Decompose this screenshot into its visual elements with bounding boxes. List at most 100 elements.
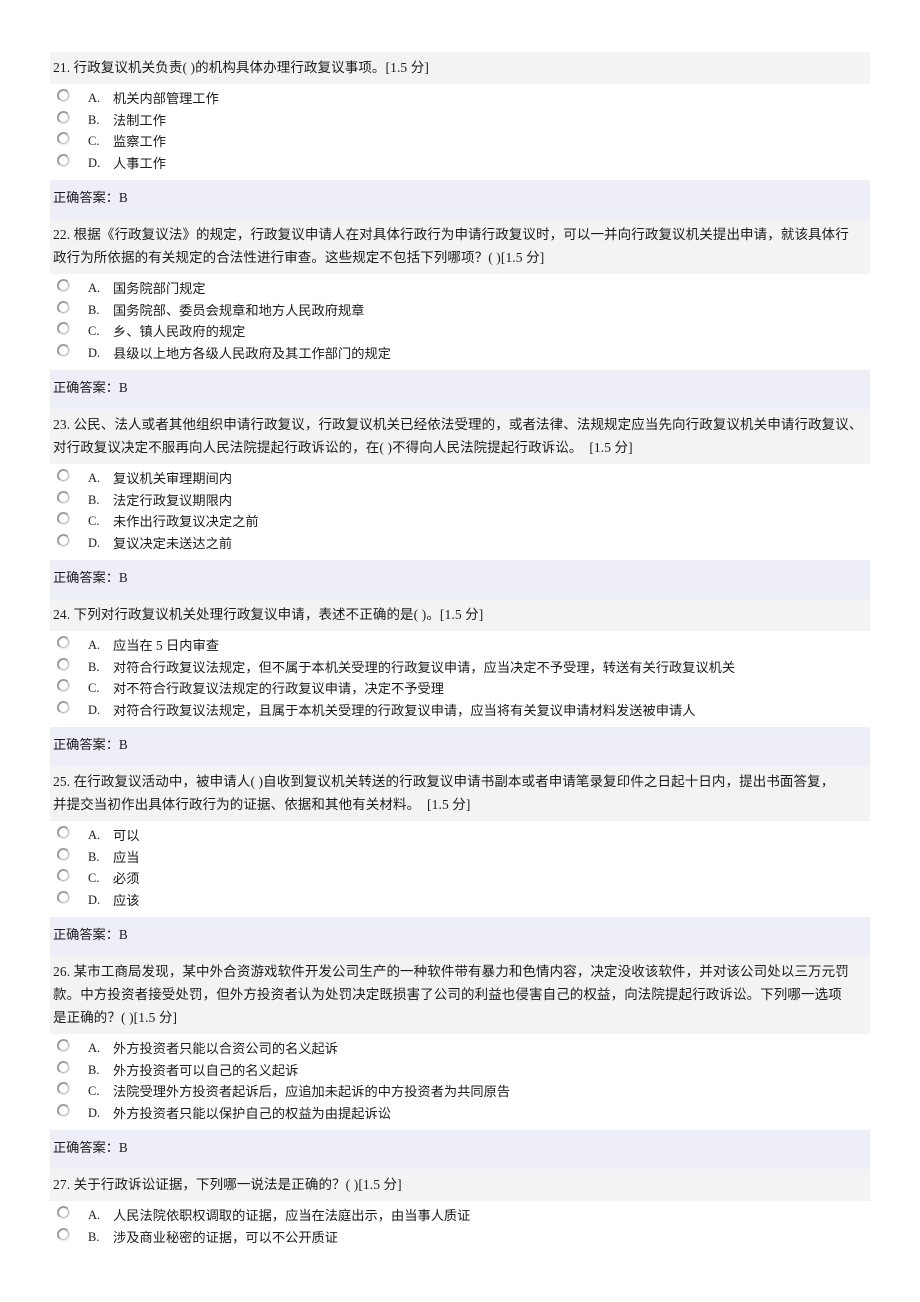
option-row[interactable]: B. 国务院部、委员会规章和地方人民政府规章: [50, 300, 870, 322]
option-letter: B.: [88, 112, 100, 127]
question-stem: 21. 行政复议机关负责( )的机构具体办理行政复议事项。[1.5 分]: [50, 52, 870, 84]
question-stem-line: 27. 关于行政诉讼证据，下列哪一说法是正确的？( )[1.5 分]: [53, 1177, 402, 1192]
radio-button-icon[interactable]: [57, 869, 70, 882]
radio-button-icon[interactable]: [57, 322, 70, 335]
option-group: A. 外方投资者只能以合资公司的名义起诉 B. 外方投资者可以自己的名义起诉 C. 法院受…: [50, 1034, 870, 1130]
option-row[interactable]: D. 人事工作: [50, 153, 870, 175]
option-text: 未作出行政复议决定之前: [113, 514, 259, 529]
option-row[interactable]: A. 复议机关审理期间内: [50, 468, 870, 490]
radio-button-icon[interactable]: [57, 1206, 70, 1219]
radio-button-icon[interactable]: [57, 469, 70, 482]
option-row[interactable]: D. 对符合行政复议法规定，且属于本机关受理的行政复议申请，应当将有关复议申请材料…: [50, 700, 870, 722]
option-letter: C.: [88, 681, 100, 695]
question-stem-line: 26. 某市工商局发现，某中外合资游戏软件开发公司生产的一种软件带有暴力和色情内…: [53, 964, 849, 979]
option-row[interactable]: C. 必须: [50, 868, 870, 890]
option-letter: B.: [88, 1062, 100, 1077]
option-text: 外方投资者可以自己的名义起诉: [113, 1062, 299, 1078]
option-letter: C.: [88, 134, 100, 148]
option-row[interactable]: D. 县级以上地方各级人民政府及其工作部门的规定: [50, 343, 870, 365]
radio-button-icon[interactable]: [57, 890, 70, 904]
option-letter: D.: [88, 702, 101, 717]
question-block: 27. 关于行政诉讼证据，下列哪一说法是正确的？( )[1.5 分] A. 人民法院…: [50, 1169, 870, 1254]
option-text: 人民法院依职权调取的证据，应当在法庭出示，由当事人质证: [113, 1208, 471, 1223]
question-stem-line: 21. 行政复议机关负责( )的机构具体办理行政复议事项。[1.5 分]: [53, 60, 429, 75]
option-text: 外方投资者只能以保护自己的权益为由提起诉讼: [113, 1105, 391, 1121]
radio-button-icon[interactable]: [57, 343, 70, 357]
option-row[interactable]: D. 外方投资者只能以保护自己的权益为由提起诉讼: [50, 1103, 870, 1125]
option-text: 机关内部管理工作: [113, 91, 219, 106]
option-row[interactable]: D. 应该: [50, 890, 870, 912]
option-row[interactable]: C. 监察工作: [50, 131, 870, 153]
radio-button-icon[interactable]: [57, 679, 70, 692]
radio-button-icon[interactable]: [57, 89, 70, 102]
correct-answer: 正确答案：B: [50, 370, 870, 409]
option-row[interactable]: C. 对不符合行政复议法规定的行政复议申请，决定不予受理: [50, 678, 870, 700]
question-block: 26. 某市工商局发现，某中外合资游戏软件开发公司生产的一种软件带有暴力和色情内…: [50, 956, 870, 1169]
radio-button-icon[interactable]: [57, 847, 70, 861]
option-group: A. 人民法院依职权调取的证据，应当在法庭出示，由当事人质证 B. 涉及商业秘密的证据…: [50, 1201, 870, 1254]
radio-button-icon[interactable]: [57, 110, 70, 124]
option-group: A. 应当在 5 日内审查 B. 对符合行政复议法规定，但不属于本机关受理的行政复议申…: [50, 631, 870, 727]
radio-button-icon[interactable]: [57, 1227, 70, 1241]
correct-answer: 正确答案：B: [50, 1130, 870, 1169]
radio-button-icon[interactable]: [57, 512, 70, 525]
option-letter: B.: [88, 849, 100, 864]
option-text: 应该: [113, 892, 140, 908]
option-letter: A.: [88, 1208, 101, 1222]
question-stem: 26. 某市工商局发现，某中外合资游戏软件开发公司生产的一种软件带有暴力和色情内…: [50, 956, 870, 1034]
option-row[interactable]: B. 涉及商业秘密的证据，可以不公开质证: [50, 1227, 870, 1249]
exam-page: 21. 行政复议机关负责( )的机构具体办理行政复议事项。[1.5 分] A. 机关…: [0, 0, 920, 1302]
option-letter: D.: [88, 892, 101, 907]
question-block: 25. 在行政复议活动中，被申请人( )自收到复议机关转送的行政复议申请书副本或…: [50, 766, 870, 956]
option-row[interactable]: A. 可以: [50, 825, 870, 847]
option-letter: A.: [88, 638, 101, 652]
question-block: 21. 行政复议机关负责( )的机构具体办理行政复议事项。[1.5 分] A. 机关…: [50, 52, 870, 219]
option-row[interactable]: B. 法定行政复议期限内: [50, 490, 870, 512]
option-letter: A.: [88, 91, 101, 105]
option-letter: A.: [88, 1041, 101, 1055]
option-row[interactable]: A. 机关内部管理工作: [50, 88, 870, 110]
radio-button-icon[interactable]: [57, 1039, 70, 1052]
option-letter: D.: [88, 155, 101, 170]
option-group: A. 机关内部管理工作 B. 法制工作 C. 监察工作 D. 人事工作: [50, 84, 870, 180]
radio-button-icon[interactable]: [57, 490, 70, 504]
question-block: 23. 公民、法人或者其他组织申请行政复议，行政复议机关已经依法受理的，或者法律…: [50, 409, 870, 599]
option-row[interactable]: C. 法院受理外方投资者起诉后，应追加未起诉的中方投资者为共同原告: [50, 1081, 870, 1103]
option-row[interactable]: B. 法制工作: [50, 110, 870, 132]
option-row[interactable]: C. 未作出行政复议决定之前: [50, 511, 870, 533]
correct-answer: 正确答案：B: [50, 917, 870, 956]
radio-button-icon[interactable]: [57, 657, 70, 671]
option-text: 对符合行政复议法规定，但不属于本机关受理的行政复议申请，应当决定不予受理，转送有…: [113, 659, 736, 675]
question-block: 22. 根据《行政复议法》的规定，行政复议申请人在对具体行政行为申请行政复议时，…: [50, 219, 870, 409]
radio-button-icon[interactable]: [57, 636, 70, 649]
option-letter: B.: [88, 659, 100, 674]
radio-button-icon[interactable]: [57, 153, 70, 167]
option-letter: A.: [88, 471, 101, 485]
question-stem-line: 并提交当初作出具体行政行为的证据、依据和其他有关材料。 [1.5 分]: [53, 797, 471, 812]
radio-button-icon[interactable]: [57, 279, 70, 292]
radio-button-icon[interactable]: [57, 826, 70, 839]
option-row[interactable]: B. 外方投资者可以自己的名义起诉: [50, 1060, 870, 1082]
radio-button-icon[interactable]: [57, 300, 70, 314]
radio-button-icon[interactable]: [57, 1082, 70, 1095]
radio-button-icon[interactable]: [57, 533, 70, 547]
option-row[interactable]: A. 应当在 5 日内审查: [50, 635, 870, 657]
question-stem-line: 款。中方投资者接受处罚，但外方投资者认为处罚决定既损害了公司的利益也侵害自己的权…: [53, 987, 842, 1002]
option-row[interactable]: A. 人民法院依职权调取的证据，应当在法庭出示，由当事人质证: [50, 1205, 870, 1227]
option-text: 法院受理外方投资者起诉后，应追加未起诉的中方投资者为共同原告: [113, 1084, 511, 1099]
option-row[interactable]: B. 应当: [50, 847, 870, 869]
option-text: 对不符合行政复议法规定的行政复议申请，决定不予受理: [113, 681, 444, 696]
radio-button-icon[interactable]: [57, 132, 70, 145]
option-row[interactable]: D. 复议决定未送达之前: [50, 533, 870, 555]
option-row[interactable]: A. 国务院部门规定: [50, 278, 870, 300]
option-text: 必须: [113, 871, 140, 886]
option-row[interactable]: B. 对符合行政复议法规定，但不属于本机关受理的行政复议申请，应当决定不予受理，转…: [50, 657, 870, 679]
option-text: 法定行政复议期限内: [113, 492, 233, 508]
option-row[interactable]: C. 乡、镇人民政府的规定: [50, 321, 870, 343]
radio-button-icon[interactable]: [57, 1103, 70, 1117]
option-letter: D.: [88, 1105, 101, 1120]
option-letter: C.: [88, 871, 100, 885]
radio-button-icon[interactable]: [57, 1060, 70, 1074]
radio-button-icon[interactable]: [57, 700, 70, 714]
option-row[interactable]: A. 外方投资者只能以合资公司的名义起诉: [50, 1038, 870, 1060]
